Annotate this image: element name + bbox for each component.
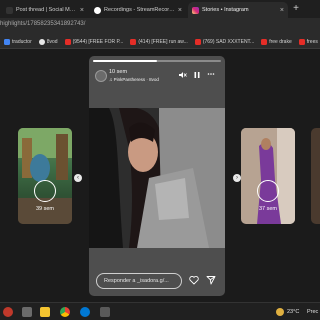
bookmark-label: free drake [269,39,292,45]
bookmark-youtube-1[interactable]: (9544) [FREE FOR P... [64,39,124,45]
edge-icon[interactable] [80,307,90,317]
chrome-icon[interactable] [60,307,70,317]
bookmark-label: (414) [FREE] run aw... [138,39,188,45]
instagram-icon [192,6,199,14]
bookmark-label: frees [306,39,318,45]
site-icon [6,6,13,14]
site-icon [38,39,45,45]
weather-sun-icon [276,308,284,316]
tab-instagram-stories[interactable]: Stories • Instagram × [188,2,288,18]
weather-text: Prec [307,309,319,315]
avatar[interactable] [95,70,107,82]
youtube-icon [298,39,305,45]
active-story[interactable]: 10 sem ♫ PinkPantheress · 8vod Responder… [89,56,225,296]
tab-label: Recordings - StreamRecorder [104,7,175,13]
story-progress-fill [93,60,157,62]
tab-label: Stories • Instagram [202,7,249,13]
close-icon[interactable]: × [280,7,284,14]
windows-taskbar: 23°C Prec [0,302,320,320]
youtube-icon [64,39,71,45]
weather-widget-icon[interactable] [3,307,13,317]
translate-icon [4,39,10,45]
tab-streamrecorder[interactable]: Recordings - StreamRecorder × [90,2,186,18]
close-icon[interactable]: × [80,7,84,14]
story-preview-far-right[interactable] [311,128,320,224]
bookmarks-bar: traductor 8vod (9544) [FREE FOR P... (41… [0,36,320,49]
story-time-right: 37 sem [258,206,278,212]
app-icon[interactable] [100,307,110,317]
address-bar[interactable]: highlights/17858235341892743/ [0,18,320,36]
bookmark-youtube-3[interactable]: (769) SAD XXXTENT... [194,39,255,45]
story-progress-bar [93,60,221,62]
bookmark-label: (9544) [FREE FOR P... [72,39,124,45]
share-send-icon[interactable] [206,275,216,288]
file-explorer-icon[interactable] [40,307,50,317]
tab-label: Post thread | Social Media Girls [16,7,77,13]
bookmark-youtube-4[interactable]: free drake [261,39,292,45]
bookmark-label: (769) SAD XXXTENT... [202,39,255,45]
tab-social-media-girls[interactable]: Post thread | Social Media Girls × [2,2,88,18]
story-preview-left[interactable]: 39 sem [18,128,72,224]
close-icon[interactable]: × [178,7,182,14]
bookmark-label: traductor [12,39,32,45]
previous-story-button[interactable]: ‹ [74,174,82,182]
app-icon[interactable] [22,307,32,317]
youtube-icon [261,39,268,45]
bookmark-youtube-5[interactable]: frees [298,39,318,45]
bookmark-label: 8vod [46,39,58,45]
story-track-text: PinkPantheress · 8vod [113,77,159,82]
bookmark-8vod[interactable]: 8vod [38,39,58,45]
new-tab-button[interactable]: + [290,3,302,15]
mute-icon[interactable] [179,71,187,81]
recorder-icon [94,6,101,14]
next-story-button[interactable]: › [233,174,241,182]
bookmark-youtube-2[interactable]: (414) [FREE] run aw... [130,39,188,45]
more-options-icon[interactable] [207,70,215,80]
reply-input[interactable]: Responder a _isadora.g/... [96,273,182,289]
story-timestamp: 10 sem [109,69,128,75]
url-text[interactable]: highlights/17858235341892743/ [0,21,85,27]
story-viewer: 39 sem ‹ 10 sem ♫ PinkPantheress · 8vod [0,50,320,302]
like-heart-icon[interactable] [189,275,199,288]
avatar [257,180,279,202]
story-media-image [89,108,225,248]
youtube-icon [130,39,137,45]
story-time-left: 39 sem [35,206,55,212]
temperature-text: 23°C [287,309,300,315]
story-preview-right[interactable]: 37 sem [241,128,295,224]
bookmark-traductor[interactable]: traductor [4,39,32,45]
browser-tab-strip: Post thread | Social Media Girls × Recor… [0,0,320,18]
story-music-label[interactable]: ♫ PinkPantheress · 8vod [109,77,159,82]
avatar [34,180,56,202]
youtube-icon [194,39,201,45]
pause-icon[interactable] [193,71,201,81]
